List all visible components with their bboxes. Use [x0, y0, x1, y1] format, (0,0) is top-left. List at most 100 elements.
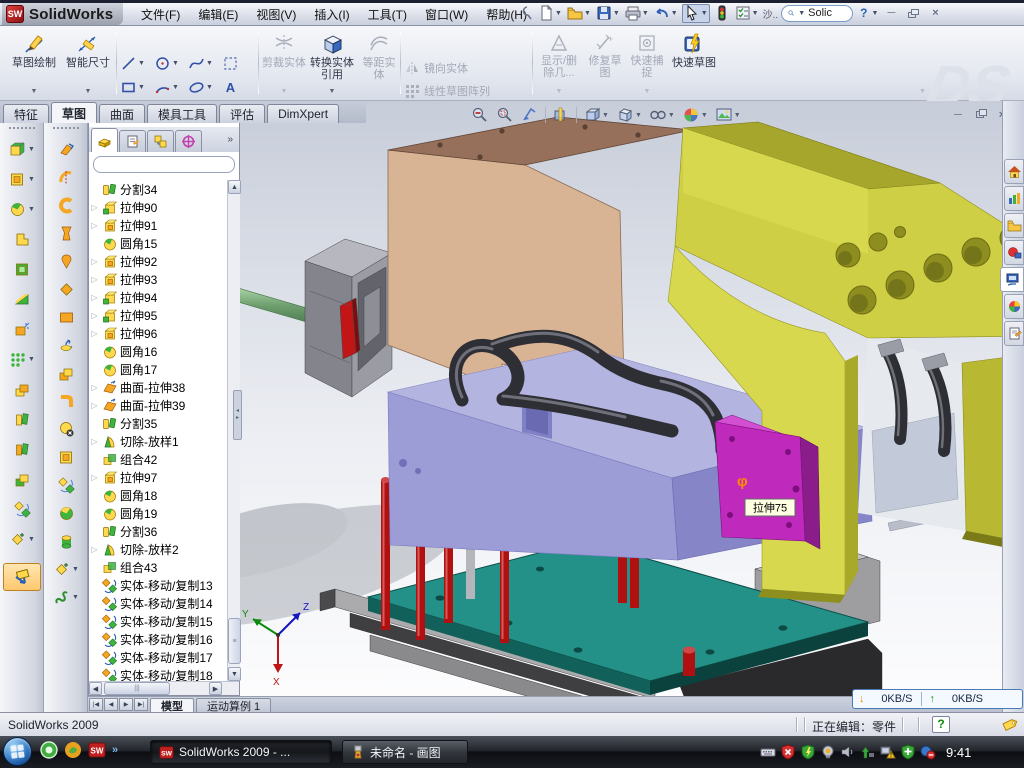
panel-tabs-overflow[interactable]: »	[227, 134, 233, 145]
dropdown-caret[interactable]: ▼	[28, 206, 35, 213]
restore-button[interactable]	[904, 6, 922, 21]
toolbar-overflow-label[interactable]: 沙..	[763, 6, 779, 21]
quicklaunch-app-icon[interactable]	[64, 741, 82, 759]
status-tag-icon[interactable]	[1000, 716, 1018, 734]
tree-item[interactable]: 实体-移动/复制17	[90, 648, 227, 666]
tray-certificate-badge-icon[interactable]	[820, 744, 836, 760]
dropdown-caret[interactable]: ▼	[555, 10, 562, 17]
tray-network-warning-icon[interactable]: !	[880, 744, 896, 760]
hud-display-style-button[interactable]: ▼	[615, 106, 643, 125]
convert-entities-button[interactable]: 转换实体引用 ▼	[308, 29, 356, 97]
rectangle-tool[interactable]: ▼	[120, 79, 145, 96]
expand-arrow-icon[interactable]: ▷	[90, 401, 99, 410]
tree-item[interactable]: 实体-移动/复制18	[90, 666, 227, 681]
dropdown-caret[interactable]: ▼	[172, 60, 179, 67]
features-tool-10[interactable]	[4, 437, 40, 461]
taskpane-home-tab[interactable]	[1004, 159, 1024, 184]
dropdown-caret[interactable]: ▼	[138, 84, 145, 91]
tab-scroll-first-button[interactable]: |◀	[89, 698, 103, 711]
hud-hide-show-button[interactable]: ▼	[648, 106, 676, 125]
dropdown-caret[interactable]: ▼	[31, 88, 38, 97]
command-tab-5[interactable]: DimXpert	[267, 104, 339, 123]
command-tab-3[interactable]: 模具工具	[147, 104, 217, 123]
tray-antivirus-shield-green-icon[interactable]	[800, 744, 816, 760]
tray-messenger-status-icon[interactable]	[920, 744, 936, 760]
tray-antivirus-shield-red-icon[interactable]	[780, 744, 796, 760]
dropdown-caret[interactable]: ▼	[28, 146, 35, 153]
ellipse-tool[interactable]: ▼	[188, 79, 213, 96]
tree-item[interactable]: 实体-移动/复制14	[90, 594, 227, 612]
mold-tool-2[interactable]	[48, 193, 84, 217]
pin-button[interactable]	[516, 4, 534, 23]
smart-dimension-button[interactable]: 智能尺寸 ▼	[62, 29, 114, 97]
spline-tool[interactable]: ▼	[188, 55, 213, 72]
tree-item[interactable]: ▷曲面-拉伸39	[90, 396, 227, 414]
expand-arrow-icon[interactable]: ▷	[90, 311, 99, 320]
command-tab-1[interactable]: 草图	[51, 102, 97, 123]
dropdown-caret[interactable]: ▼	[671, 10, 678, 17]
print-button[interactable]: ▼	[624, 4, 650, 23]
mold-tool-1[interactable]	[48, 165, 84, 189]
tree-item[interactable]: ▷拉伸94	[90, 288, 227, 306]
tray-security-shield-plus-icon[interactable]	[900, 744, 916, 760]
dropdown-caret[interactable]: ▼	[28, 176, 35, 183]
features-tool-4[interactable]	[4, 257, 40, 281]
tree-item[interactable]: ▷拉伸90	[90, 198, 227, 216]
text-tool[interactable]: A	[222, 79, 239, 96]
menu-item-1[interactable]: 编辑(E)	[189, 4, 247, 25]
features-tool-6[interactable]	[4, 317, 40, 341]
tree-item[interactable]: 实体-移动/复制15	[90, 612, 227, 630]
tree-item[interactable]: ▷拉伸91	[90, 216, 227, 234]
command-tab-2[interactable]: 曲面	[99, 104, 145, 123]
dropdown-caret[interactable]: ▼	[602, 112, 609, 119]
dropdown-caret[interactable]: ▼	[635, 112, 642, 119]
features-tool-7[interactable]: ▼	[4, 347, 40, 371]
tree-item[interactable]: ▷拉伸95	[90, 306, 227, 324]
search-scope-caret[interactable]: ▼	[798, 10, 805, 17]
expand-arrow-icon[interactable]: ▷	[90, 329, 99, 338]
features-tool-3[interactable]	[4, 227, 40, 251]
tree-item[interactable]: 实体-移动/复制13	[90, 576, 227, 594]
hud-edit-appearance-button[interactable]: ▼	[681, 106, 709, 125]
tab-feature-manager[interactable]	[91, 128, 118, 152]
rapid-sketch-button[interactable]: 快速草图	[670, 29, 718, 97]
sketch-button[interactable]: 草图绘制 ▼	[8, 29, 60, 97]
hud-scene-button[interactable]: ▼	[714, 106, 742, 125]
new-document-button[interactable]: ▼	[537, 4, 563, 23]
tree-item[interactable]: ▷拉伸92	[90, 252, 227, 270]
tree-item[interactable]: 分割34	[90, 180, 227, 198]
graphics-area[interactable]: φ 拉伸75 Y Z X	[240, 101, 1024, 712]
minimize-button[interactable]: ─	[881, 6, 901, 21]
help-button[interactable]: ?	[860, 6, 867, 20]
instant3d-button-pressed[interactable]	[3, 563, 41, 591]
scroll-thumb[interactable]: ≡	[228, 618, 241, 664]
scroll-left-button[interactable]: ◀	[89, 682, 102, 695]
expand-arrow-icon[interactable]: ▷	[90, 221, 99, 230]
status-help-icon[interactable]: ?	[932, 716, 950, 733]
hud-section-view-button[interactable]	[551, 106, 571, 125]
panel-splitter-handle[interactable]: ◂▸	[233, 390, 242, 440]
tab-property-manager[interactable]	[119, 130, 146, 152]
quick-snaps-button[interactable]: 快速捕捉 ▼	[626, 29, 668, 97]
tab-dimxpert-manager[interactable]	[175, 130, 202, 152]
start-button[interactable]	[3, 737, 32, 766]
features-tool-1[interactable]: ▼	[4, 167, 40, 191]
model-tab-0[interactable]: 模型	[150, 698, 194, 712]
menu-item-0[interactable]: 文件(F)	[132, 4, 189, 25]
taskpane-design-library-tab[interactable]	[1004, 186, 1024, 211]
display-delete-relations-button[interactable]: 显示/删除几... ▼	[536, 29, 582, 97]
offset-entities-button[interactable]: 等距实体	[358, 29, 400, 97]
expand-arrow-icon[interactable]: ▷	[90, 545, 99, 554]
expand-arrow-icon[interactable]: ▷	[90, 383, 99, 392]
tray-sync-green-icon[interactable]	[860, 744, 876, 760]
mold-tool-10[interactable]	[48, 417, 84, 441]
mold-tool-5[interactable]	[48, 277, 84, 301]
taskpane-file-explorer-tab[interactable]	[1004, 213, 1024, 238]
toolbar-grip[interactable]	[9, 127, 35, 129]
menu-item-4[interactable]: 工具(T)	[359, 4, 416, 25]
mirror-entities-button[interactable]: 镜向实体	[404, 57, 532, 79]
tree-filter-box[interactable]	[93, 156, 235, 173]
expand-arrow-icon[interactable]: ▷	[90, 275, 99, 284]
tree-item[interactable]: ▷拉伸97	[90, 468, 227, 486]
mold-tool-8[interactable]	[48, 361, 84, 385]
